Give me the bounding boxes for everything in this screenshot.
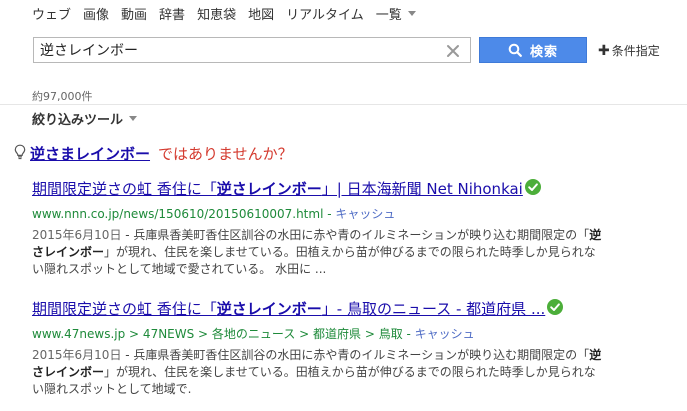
- nav-web[interactable]: ウェブ: [32, 4, 71, 23]
- plus-icon: ✚: [598, 42, 610, 59]
- search-result: 期間限定逆さの虹 香住に「 逆さレインボー 」- 鳥取のニュース - 都道府県 ..…: [32, 298, 612, 398]
- result-title-post: 」| 日本海新聞 Net Nihonkai: [321, 180, 523, 198]
- result-url-sep: -: [402, 327, 415, 341]
- result-url: www.47news.jp > 47NEWS > 各地のニュース > 都道府県 …: [32, 325, 612, 342]
- nav-chiebukuro[interactable]: 知恵袋: [197, 4, 236, 23]
- suggestion-link[interactable]: 逆さまレインボー: [30, 143, 150, 164]
- refine-tools-label: 絞り込みツール: [32, 113, 124, 128]
- result-title-link[interactable]: 期間限定逆さの虹 香住に「 逆さレインボー 」- 鳥取のニュース - 都道府県 ..…: [32, 298, 612, 319]
- nav-more-dropdown[interactable]: 一覧: [376, 4, 416, 23]
- search-result: 期間限定逆さの虹 香住に「 逆さレインボー 」| 日本海新聞 Net Nihonka…: [32, 178, 612, 278]
- divider: [0, 104, 687, 105]
- result-title-post: 」- 鳥取のニュース - 都道府県 ...: [321, 300, 546, 318]
- result-title-pre: 期間限定逆さの虹 香住に「: [32, 300, 217, 318]
- search-icon: [508, 43, 522, 57]
- nav-map[interactable]: 地図: [248, 4, 274, 23]
- result-url-text: www.nnn.co.jp/news/150610/20150610007.ht…: [32, 207, 324, 221]
- result-title-keyword: 逆さレインボー: [216, 300, 322, 318]
- nav-dictionary[interactable]: 辞書: [159, 4, 185, 23]
- result-url-sep: -: [323, 207, 336, 221]
- lightbulb-icon: [14, 144, 26, 164]
- cache-link[interactable]: キャッシュ: [415, 327, 475, 341]
- snippet-post: 」が現れ、住民を楽しませている。田植えから苗が伸びるまでの限られた時季しか見られ…: [32, 365, 596, 396]
- cache-link[interactable]: キャッシュ: [335, 207, 395, 221]
- result-title-link[interactable]: 期間限定逆さの虹 香住に「 逆さレインボー 」| 日本海新聞 Net Nihonka…: [32, 178, 612, 199]
- snippet-post: 」が現れ、住民を楽しませている。田植えから苗が伸びるまでの限られた時季しか見られ…: [32, 245, 596, 276]
- result-url: www.nnn.co.jp/news/150610/20150610007.ht…: [32, 205, 612, 222]
- result-snippet: 2015年6月10日 - 兵庫県香美町香住区訓谷の水田に赤や青のイルミネーション…: [32, 227, 602, 278]
- result-date: 2015年6月10日: [32, 228, 122, 242]
- search-box: [33, 37, 471, 63]
- suggestion-text: ではありませんか？: [158, 145, 293, 163]
- refine-tools-toggle[interactable]: 絞り込みツール: [32, 109, 138, 128]
- snippet-pre: - 兵庫県香美町香住区訓谷の水田に赤や青のイルミネーションが映り込む期間限定の「: [121, 228, 590, 242]
- result-title-pre: 期間限定逆さの虹 香住に「: [32, 180, 217, 198]
- result-count: 約97,000件: [32, 90, 93, 103]
- search-button-label: 検索: [529, 44, 558, 60]
- search-conditions-label: 条件指定: [611, 44, 660, 58]
- verified-check-icon: [547, 298, 564, 319]
- search-vertical-nav: ウェブ 画像 動画 辞書 知恵袋 地図 リアルタイム 一覧: [32, 4, 428, 23]
- clear-icon[interactable]: [446, 43, 460, 57]
- verified-check-icon: [524, 178, 541, 199]
- nav-more-label: 一覧: [375, 7, 402, 23]
- nav-video[interactable]: 動画: [121, 4, 147, 23]
- snippet-pre: - 兵庫県香美町香住区訓谷の水田に赤や青のイルミネーションが映り込む期間限定の「: [121, 348, 590, 362]
- search-button[interactable]: 検索: [479, 37, 587, 63]
- result-snippet: 2015年6月10日 - 兵庫県香美町香住区訓谷の水田に赤や青のイルミネーション…: [32, 347, 602, 398]
- nav-images[interactable]: 画像: [83, 4, 109, 23]
- result-title-keyword: 逆さレインボー: [216, 180, 322, 198]
- nav-realtime[interactable]: リアルタイム: [286, 4, 364, 23]
- result-date: 2015年6月10日: [32, 348, 122, 362]
- search-conditions-link[interactable]: ✚ 条件指定: [598, 42, 660, 59]
- search-input[interactable]: [40, 41, 440, 59]
- spelling-suggestion: 逆さまレインボー ではありませんか？: [14, 143, 293, 164]
- result-url-text: www.47news.jp > 47NEWS > 各地のニュース > 都道府県 …: [32, 327, 403, 341]
- chevron-down-icon: [129, 116, 138, 121]
- chevron-down-icon: [407, 10, 416, 16]
